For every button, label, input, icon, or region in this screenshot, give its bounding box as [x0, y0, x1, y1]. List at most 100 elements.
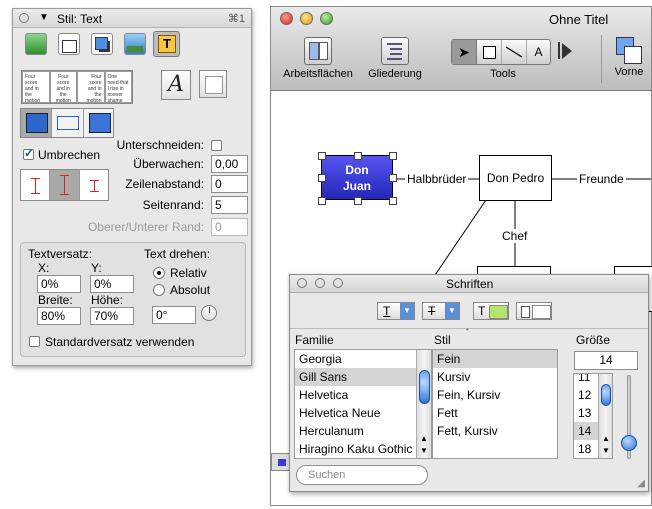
- scroll-down-arrow-icon[interactable]: ▼: [602, 446, 610, 455]
- overflow-field[interactable]: 0,00: [211, 155, 248, 173]
- size-scroll-thumb[interactable]: [601, 384, 611, 406]
- size-list-item[interactable]: 18: [574, 440, 598, 458]
- selection-handle[interactable]: [354, 152, 362, 160]
- edge-label-chef[interactable]: Chef: [500, 229, 530, 243]
- selection-handle[interactable]: [318, 174, 326, 182]
- align-right-thumb[interactable]: Four score and in the motion pale: [77, 71, 105, 103]
- selection-handle[interactable]: [389, 197, 397, 205]
- style-list[interactable]: Fein Kursiv Fein, Kursiv Fett Fett, Kursiv: [432, 349, 558, 459]
- size-list-item[interactable]: 12: [574, 386, 598, 404]
- vpos-top-button[interactable]: [21, 109, 52, 137]
- family-list-item[interactable]: Gill Sans: [295, 368, 417, 386]
- margin-field[interactable]: 5: [211, 196, 248, 214]
- y-field[interactable]: 0%: [90, 275, 134, 293]
- shadow-style-icon[interactable]: [91, 33, 113, 55]
- width-field[interactable]: 80%: [37, 307, 81, 325]
- selection-handle[interactable]: [318, 197, 326, 205]
- size-list-item[interactable]: 14: [574, 422, 598, 440]
- angle-dial[interactable]: [201, 305, 217, 321]
- node-don-juan-label: Don Juan: [342, 162, 371, 193]
- scroll-down-arrow-icon[interactable]: ▼: [420, 446, 428, 455]
- family-list[interactable]: Georgia Gill Sans Helvetica Helvetica Neue H…: [294, 349, 432, 459]
- font-button[interactable]: A: [161, 70, 191, 100]
- underline-button[interactable]: T ▼: [377, 302, 415, 320]
- node-don-pedro[interactable]: Don Pedro: [479, 155, 552, 201]
- wrap-mode-2[interactable]: [49, 170, 79, 200]
- style-list-item[interactable]: Fein: [433, 350, 557, 368]
- node-don-juan[interactable]: Don Juan: [321, 155, 393, 200]
- size-scrollbar[interactable]: ▲ ▼: [598, 374, 612, 458]
- style-list-item[interactable]: Fett: [433, 404, 557, 422]
- play-icon[interactable]: [562, 43, 572, 59]
- align-center-thumb[interactable]: Four score and in the motion pale: [49, 71, 77, 103]
- text-color-button[interactable]: T: [473, 302, 509, 320]
- gliederung-button[interactable]: Gliederung: [363, 37, 427, 80]
- family-list-item[interactable]: Helvetica Neue: [295, 404, 417, 422]
- disclosure-triangle-icon[interactable]: ▼: [39, 12, 49, 23]
- text-style-tab[interactable]: T: [153, 31, 180, 57]
- edge-label-freunde[interactable]: Freunde: [577, 172, 626, 186]
- default-offset-checkbox[interactable]: [29, 336, 40, 347]
- style-list-item[interactable]: Fein, Kursiv: [433, 386, 557, 404]
- line-spacing-field[interactable]: 0: [211, 175, 248, 193]
- edge-label-halbbrueder[interactable]: Halbbrüder: [405, 172, 469, 186]
- inspector-close-button[interactable]: [19, 13, 29, 23]
- fonts-minimize-button[interactable]: [315, 278, 325, 288]
- style-list-item[interactable]: Kursiv: [433, 368, 557, 386]
- vpos-fill-button[interactable]: [82, 109, 113, 137]
- clip-checkbox[interactable]: [211, 140, 222, 151]
- family-list-item[interactable]: Helvetica: [295, 386, 417, 404]
- family-list-item[interactable]: Herculanum: [295, 422, 417, 440]
- scroll-up-arrow-icon[interactable]: ▲: [602, 434, 610, 443]
- shape-tool[interactable]: [477, 40, 502, 64]
- height-field[interactable]: 70%: [90, 307, 134, 325]
- size-field[interactable]: 14: [574, 351, 638, 370]
- selection-handle[interactable]: [354, 197, 362, 205]
- absolute-radio[interactable]: [153, 284, 165, 296]
- vpos-middle-button[interactable]: [51, 109, 83, 137]
- wrap-mode-1[interactable]: [21, 170, 50, 200]
- fonts-zoom-button[interactable]: [333, 278, 343, 288]
- selection-handle[interactable]: [389, 152, 397, 160]
- size-list-item[interactable]: 13: [574, 404, 598, 422]
- bottom-bar-button[interactable]: [271, 453, 291, 471]
- strikethrough-button[interactable]: T ▼: [422, 302, 460, 320]
- align-justify-thumb[interactable]: One need that I rise in sooner shame: [104, 71, 132, 103]
- scroll-up-arrow-icon[interactable]: ▲: [420, 434, 428, 443]
- x-field[interactable]: 0%: [37, 275, 81, 293]
- minimize-button[interactable]: [300, 12, 313, 25]
- text-color-well[interactable]: [199, 70, 227, 98]
- fill-style-icon[interactable]: [25, 33, 47, 55]
- line-tool[interactable]: [502, 40, 527, 64]
- topbottom-field[interactable]: 0: [211, 218, 248, 236]
- selection-handle[interactable]: [389, 174, 397, 182]
- family-list-item[interactable]: Hiragino Kaku Gothic: [295, 440, 417, 458]
- size-list-item[interactable]: 11: [574, 374, 598, 386]
- zoom-button[interactable]: [320, 12, 333, 25]
- image-style-icon[interactable]: [124, 33, 146, 55]
- family-list-item[interactable]: Georgia: [295, 350, 417, 368]
- search-field[interactable]: Suchen: [296, 465, 428, 485]
- relative-radio[interactable]: [153, 267, 165, 279]
- wrap-mode-3[interactable]: [78, 170, 108, 200]
- document-color-button[interactable]: [516, 302, 552, 320]
- arbeitsflaechen-button[interactable]: Arbeitsflächen: [277, 37, 359, 80]
- size-list[interactable]: 11 12 13 14 18 ▲ ▼: [573, 373, 613, 459]
- family-scrollbar[interactable]: ▲ ▼: [416, 350, 431, 458]
- resize-grip-icon[interactable]: ◢: [637, 478, 645, 489]
- vorne-button[interactable]: Vorne: [609, 37, 649, 78]
- selection-handle[interactable]: [318, 152, 326, 160]
- fonts-close-button[interactable]: [297, 278, 307, 288]
- family-scroll-thumb[interactable]: [419, 370, 430, 404]
- close-button[interactable]: [280, 12, 293, 25]
- wrap-checkbox[interactable]: ✓: [23, 146, 34, 160]
- splitter-handle-icon[interactable]: •: [466, 325, 469, 334]
- align-left-thumb[interactable]: Four score and in the motion pale: [22, 71, 50, 103]
- stroke-style-icon[interactable]: [58, 33, 80, 55]
- text-tool[interactable]: A: [527, 40, 550, 64]
- size-slider-knob[interactable]: [621, 435, 637, 451]
- pointer-tool[interactable]: ➤: [452, 40, 477, 64]
- angle-field[interactable]: 0°: [152, 306, 196, 324]
- inspector-titlebar: ▼ Stil: Text ⌘1: [13, 9, 251, 28]
- style-list-item[interactable]: Fett, Kursiv: [433, 422, 557, 440]
